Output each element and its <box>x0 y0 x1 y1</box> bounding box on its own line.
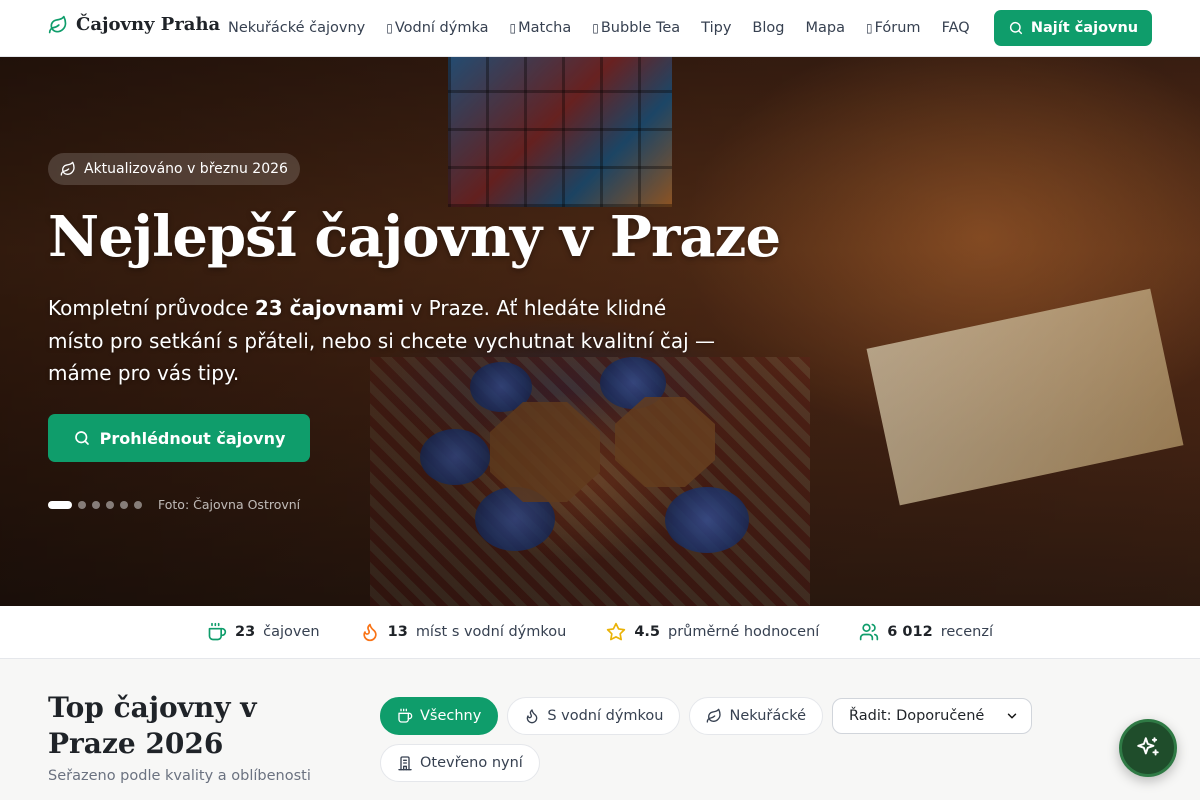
nav-item-bubble-tea[interactable]: ▯ Bubble Tea <box>592 20 680 36</box>
carousel-dot[interactable] <box>134 500 142 509</box>
hero-title: Nejlepší čajovny v Praze <box>48 204 781 270</box>
missing-glyph-icon: ▯ <box>509 21 517 35</box>
stat-label: míst s vodní dýmkou <box>415 624 567 640</box>
stat-label: čajoven <box>263 624 320 640</box>
updated-badge: Aktualizováno v březnu 2026 <box>48 153 300 185</box>
stats-bar: 23 čajoven 13 míst s vodní dýmkou 4.5 průmě… <box>0 606 1200 659</box>
hero-desc-count: 23 čajovnami <box>254 296 405 320</box>
filter-all-label: Všechny <box>420 708 482 724</box>
leaf-icon <box>48 15 67 33</box>
building-icon <box>398 756 412 771</box>
stat-value: 13 <box>387 624 408 640</box>
missing-glyph-icon: ▯ <box>865 21 873 35</box>
stat-value: 6 012 <box>887 624 933 640</box>
carousel-dot[interactable] <box>48 500 72 509</box>
nav-item-label: Tipy <box>701 20 732 36</box>
nav-item-matcha[interactable]: ▯ Matcha <box>510 20 572 36</box>
leaf-icon <box>707 708 722 723</box>
carousel-dot[interactable] <box>120 500 128 509</box>
star-icon <box>607 622 626 641</box>
nav-item-vodni-dymka[interactable]: ▯ Vodní dýmka <box>386 20 488 36</box>
top-navbar: Čajovny Praha Nekuřácké čajovny ▯ Vodní d… <box>0 0 1200 57</box>
flame-icon <box>526 709 538 724</box>
filter-hookah-label: S vodní dýmkou <box>547 708 664 724</box>
nav-item-mapa[interactable]: Mapa <box>805 20 845 36</box>
filter-nonsmoking[interactable]: Nekuřácké <box>689 697 824 735</box>
search-icon <box>74 431 89 445</box>
find-teahouse-label: Najít čajovnu <box>1030 20 1139 36</box>
chevron-down-icon <box>1007 713 1017 719</box>
brand-logo[interactable]: Čajovny Praha <box>48 14 220 35</box>
filter-all[interactable]: Všechny <box>380 697 499 735</box>
carousel-dot[interactable] <box>78 500 86 509</box>
nav-item-label: Fórum <box>874 20 921 36</box>
filter-hookah[interactable]: S vodní dýmkou <box>507 697 681 735</box>
main-menu: Nekuřácké čajovny ▯ Vodní dýmka ▯ Matcha ▯… <box>228 0 970 56</box>
nav-item-label: Blog <box>752 20 785 36</box>
hero-section: Aktualizováno v březnu 2026 Nejlepší čaj… <box>0 57 1200 606</box>
photo-credit: Foto: Čajovna Ostrovní <box>158 497 301 512</box>
section-title: Top čajovny v Praze 2026 <box>48 691 257 760</box>
sort-select-value: Řadit: Doporučené <box>849 708 985 724</box>
browse-teahouses-button[interactable]: Prohlédnout čajovny <box>48 414 310 462</box>
stat-label: průměrné hodnocení <box>668 624 820 640</box>
section-subtitle: Seřazeno podle kvality a oblíbenosti <box>48 768 311 784</box>
stat-value: 4.5 <box>634 624 661 640</box>
missing-glyph-icon: ▯ <box>592 21 599 35</box>
find-teahouse-button[interactable]: Najít čajovnu <box>994 10 1152 46</box>
nav-item-label: Vodní dýmka <box>394 20 489 36</box>
sparkles-icon <box>1137 737 1159 756</box>
nav-item-label: Matcha <box>518 20 572 36</box>
nav-item-label: Bubble Tea <box>600 20 681 36</box>
stat-label: recenzí <box>940 624 993 640</box>
carousel-dot[interactable] <box>92 500 100 509</box>
sort-select[interactable]: Řadit: Doporučené <box>832 698 1033 734</box>
filter-open-now-label: Otevřeno nyní <box>420 755 523 771</box>
hero-desc-text: Kompletní průvodce <box>48 296 255 320</box>
users-icon <box>860 623 879 641</box>
stat-rating: 4.5 průměrné hodnocení <box>606 622 819 642</box>
nav-item-blog[interactable]: Blog <box>752 20 784 36</box>
browse-teahouses-label: Prohlédnout čajovny <box>99 428 286 448</box>
cup-icon <box>208 622 227 641</box>
nav-item-tipy[interactable]: Tipy <box>701 20 731 36</box>
updated-badge-text: Aktualizováno v březnu 2026 <box>84 161 288 177</box>
nav-item-label: Nekuřácké čajovny <box>228 20 366 36</box>
stat-hookah: 13 míst s vodní dýmkou <box>360 622 567 642</box>
cup-icon <box>398 708 413 723</box>
nav-item-faq[interactable]: FAQ <box>942 20 970 36</box>
nav-item-label: FAQ <box>941 20 970 36</box>
stat-teahouses: 23 čajoven <box>207 622 320 642</box>
filter-open-now[interactable]: Otevřeno nyní <box>380 744 540 782</box>
filter-nonsmoking-label: Nekuřácké <box>729 708 807 724</box>
flame-icon <box>362 623 377 642</box>
nav-item-label: Mapa <box>805 20 845 36</box>
nav-item-nekuracke[interactable]: Nekuřácké čajovny <box>228 20 365 36</box>
carousel-dot[interactable] <box>106 500 114 509</box>
search-icon <box>1009 21 1022 35</box>
carousel-dots: Foto: Čajovna Ostrovní <box>48 497 300 512</box>
filter-bar: Všechny S vodní dýmkou Nekuřácké Řadit: … <box>380 697 1040 782</box>
stat-reviews: 6 012 recenzí <box>859 622 993 642</box>
ai-assistant-button[interactable] <box>1119 719 1177 777</box>
nav-item-forum[interactable]: ▯ Fórum <box>866 20 921 36</box>
stat-value: 23 <box>234 624 256 640</box>
leaf-icon <box>60 161 75 176</box>
brand-name: Čajovny Praha <box>76 14 221 35</box>
hero-description: Kompletní průvodce 23 čajovnami v Praze.… <box>48 292 728 390</box>
missing-glyph-icon: ▯ <box>386 21 393 35</box>
